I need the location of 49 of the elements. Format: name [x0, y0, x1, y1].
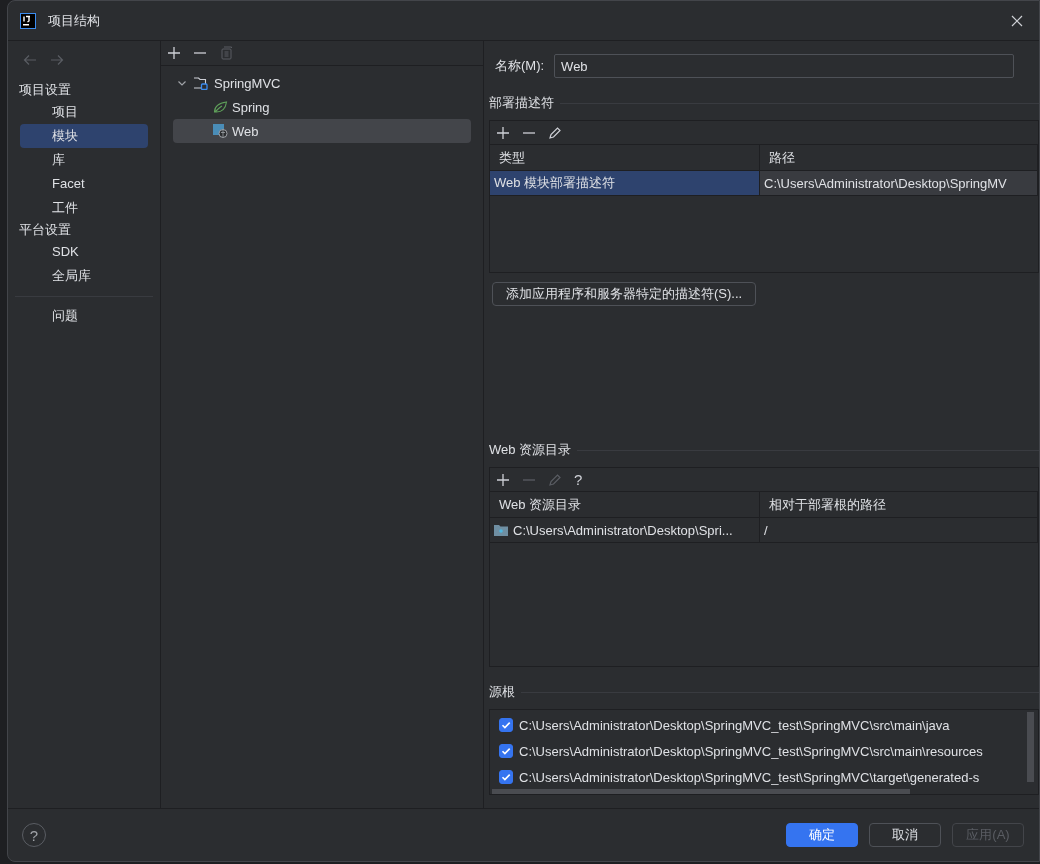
sidebar-item[interactable]: 模块	[20, 124, 148, 148]
sidebar-item[interactable]: 库	[20, 148, 148, 172]
close-icon[interactable]	[1011, 14, 1023, 27]
column-header: Web 资源目录	[490, 492, 760, 517]
source-root-path: C:\Users\Administrator\Desktop\SpringMVC_test\SpringMVC\target\generated-s	[519, 769, 980, 785]
chevron-down-icon[interactable]	[177, 78, 187, 88]
add-descriptor-button[interactable]: 添加应用程序和服务器特定的描述符(S)...	[492, 282, 757, 306]
checkbox[interactable]	[499, 770, 513, 784]
window-title: 项目结构	[48, 11, 101, 30]
vertical-scrollbar[interactable]	[1027, 712, 1034, 782]
section-heading: 平台设置	[19, 221, 72, 239]
sidebar-item[interactable]: 项目	[20, 100, 148, 124]
sidebar-item[interactable]: 工件	[20, 196, 148, 220]
sidebar-item[interactable]: Facet	[20, 172, 148, 196]
sidebar-item[interactable]: SDK	[20, 240, 148, 264]
web-module-icon	[213, 124, 228, 138]
table-cell[interactable]: Web 模块部署描述符	[490, 171, 760, 195]
name-input-field[interactable]: Web	[554, 54, 1015, 78]
section-title: 源根	[489, 683, 515, 701]
tree-item[interactable]: Web	[173, 119, 471, 143]
column-header: 路径	[760, 145, 1038, 170]
section-title: Web 资源目录	[489, 441, 572, 459]
column-header: 类型	[490, 145, 760, 170]
field-label: 名称(M):	[495, 57, 545, 75]
add-icon[interactable]	[496, 125, 510, 140]
add-icon[interactable]	[167, 46, 181, 60]
column-header: 相对于部署根的路径	[760, 492, 1038, 517]
module-folder-icon	[193, 76, 208, 90]
checkbox[interactable]	[499, 744, 513, 758]
table-cell[interactable]: C:\Users\Administrator\Desktop\SpringMV	[760, 171, 1038, 195]
tree-item[interactable]: SpringMVC	[173, 71, 471, 95]
dialog-button[interactable]: 确定	[786, 823, 858, 847]
horizontal-scrollbar[interactable]	[492, 789, 910, 794]
source-root-path: C:\Users\Administrator\Desktop\SpringMVC_test\SpringMVC\src\main\java	[519, 717, 950, 733]
app-logo-icon	[20, 12, 36, 29]
sidebar-item[interactable]: 全局库	[20, 264, 148, 288]
section-heading: 项目设置	[19, 81, 72, 99]
sidebar-item[interactable]: 问题	[20, 304, 148, 328]
source-root-path: C:\Users\Administrator\Desktop\SpringMVC_test\SpringMVC\src\main\resources	[519, 743, 983, 759]
section-title: 部署描述符	[489, 94, 554, 112]
add-icon[interactable]	[496, 472, 510, 487]
table-cell[interactable]: /	[760, 518, 1038, 542]
help-button[interactable]: ?	[574, 472, 583, 487]
tree-item[interactable]: Spring	[173, 95, 471, 119]
dialog-button[interactable]: 取消	[869, 823, 941, 847]
folder-icon	[494, 524, 508, 536]
checkbox[interactable]	[499, 718, 513, 732]
leaf-icon	[213, 100, 228, 114]
table-cell[interactable]: C:\Users\Administrator\Desktop\Spri...	[490, 518, 760, 542]
